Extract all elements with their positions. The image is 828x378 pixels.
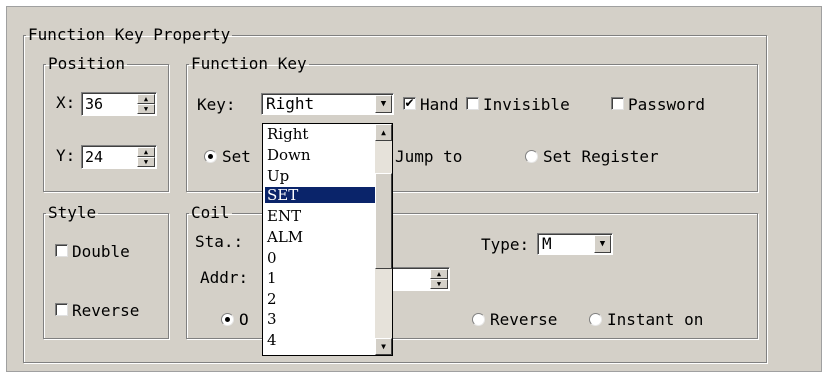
mode-set-radio[interactable] <box>204 150 217 163</box>
position-title: Position <box>48 54 126 73</box>
hand-checkbox[interactable]: ✔ <box>403 97 416 110</box>
key-option-4[interactable]: 4 <box>265 332 375 348</box>
scroll-thumb[interactable] <box>375 173 392 269</box>
up-triangle-icon: ▲ <box>143 147 149 156</box>
y-value[interactable]: 24 <box>85 148 103 166</box>
position-group: Position <box>43 56 169 192</box>
double-label[interactable]: Double <box>72 243 130 261</box>
y-label: Y: <box>56 146 76 165</box>
invisible-label[interactable]: Invisible <box>483 96 570 114</box>
action-o-label[interactable]: O <box>239 311 249 329</box>
key-select[interactable]: Right ▼ <box>261 93 394 115</box>
function-key-property-dialog: Function Key Property Position X: 36 ▲ ▼… <box>6 6 822 372</box>
action-reverse-radio[interactable] <box>472 313 485 326</box>
invisible-checkbox[interactable] <box>466 97 479 110</box>
action-instant-on-label[interactable]: Instant on <box>607 311 703 329</box>
down-triangle-icon: ▼ <box>381 342 386 351</box>
type-select[interactable]: M ▼ <box>537 233 613 255</box>
double-checkbox[interactable] <box>55 244 68 257</box>
key-option-1[interactable]: 1 <box>265 270 375 286</box>
y-spin-up[interactable]: ▲ <box>137 147 155 157</box>
reverse-style-label[interactable]: Reverse <box>72 302 139 320</box>
action-reverse-label[interactable]: Reverse <box>490 311 557 329</box>
type-dropdown-button[interactable]: ▼ <box>594 235 611 253</box>
key-option-2[interactable]: 2 <box>265 291 375 307</box>
station-label: Sta.: <box>195 232 244 251</box>
down-triangle-icon: ▼ <box>143 157 149 166</box>
password-label[interactable]: Password <box>628 96 705 114</box>
key-value[interactable]: Right <box>266 95 314 113</box>
key-option-0[interactable]: 0 <box>265 250 375 266</box>
coil-title: Coil <box>191 203 230 222</box>
scroll-down-button[interactable]: ▼ <box>375 338 392 355</box>
x-label: X: <box>56 93 76 112</box>
style-title: Style <box>48 203 97 222</box>
key-option-ent[interactable]: ENT <box>265 208 375 224</box>
down-triangle-icon: ▼ <box>143 104 149 113</box>
function-key-title: Function Key <box>191 54 307 73</box>
x-spin-up[interactable]: ▲ <box>137 94 155 104</box>
key-option-3[interactable]: 3 <box>265 311 375 327</box>
key-option-alm[interactable]: ALM <box>265 229 375 245</box>
y-spinbox[interactable]: 24 ▲ ▼ <box>81 145 157 169</box>
type-label: Type: <box>481 235 530 254</box>
x-spin-down[interactable]: ▼ <box>137 104 155 114</box>
down-triangle-icon: ▼ <box>380 99 387 109</box>
up-triangle-icon: ▲ <box>143 94 149 103</box>
up-triangle-icon: ▲ <box>436 269 442 278</box>
mode-set-register-radio[interactable] <box>525 150 538 163</box>
key-dropdown-list[interactable]: Right Down Up SET ENT ALM 0 1 2 3 4 ▲ ▼ <box>262 123 393 356</box>
mode-jump-label[interactable]: Jump to <box>395 148 462 166</box>
x-value[interactable]: 36 <box>85 95 103 113</box>
key-label: Key: <box>197 95 236 114</box>
check-icon: ✔ <box>404 96 415 110</box>
mode-set-register-label[interactable]: Set Register <box>543 148 659 166</box>
y-spin-down[interactable]: ▼ <box>137 157 155 167</box>
addr-spin-down[interactable]: ▼ <box>430 279 448 289</box>
down-triangle-icon: ▼ <box>436 279 442 288</box>
up-triangle-icon: ▲ <box>381 128 386 137</box>
x-spinbox[interactable]: 36 ▲ ▼ <box>81 92 157 116</box>
key-dropdown-button[interactable]: ▼ <box>375 95 392 113</box>
addr-spin-up[interactable]: ▲ <box>430 269 448 279</box>
type-value[interactable]: M <box>542 235 552 253</box>
password-checkbox[interactable] <box>611 97 624 110</box>
dropdown-scrollbar[interactable]: ▲ ▼ <box>375 124 392 355</box>
key-option-set[interactable]: SET <box>265 187 375 203</box>
function-key-property-title: Function Key Property <box>28 25 231 44</box>
key-option-down[interactable]: Down <box>265 147 375 163</box>
key-option-right[interactable]: Right <box>265 126 375 142</box>
key-option-up[interactable]: Up <box>265 168 375 184</box>
action-instant-on-radio[interactable] <box>589 313 602 326</box>
action-o-radio[interactable] <box>221 313 234 326</box>
hand-label[interactable]: Hand <box>420 96 459 114</box>
down-triangle-icon: ▼ <box>599 239 606 249</box>
mode-set-label[interactable]: Set <box>222 148 251 166</box>
addr-label: Addr: <box>200 268 249 287</box>
scroll-up-button[interactable]: ▲ <box>375 124 392 141</box>
reverse-style-checkbox[interactable] <box>55 303 68 316</box>
